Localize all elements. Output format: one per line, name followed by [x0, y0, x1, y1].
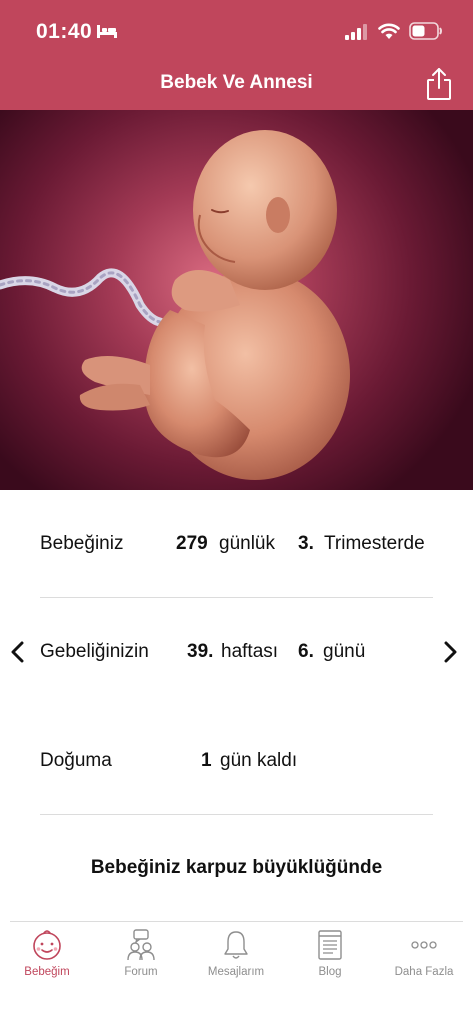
chevron-right-icon[interactable] [442, 641, 458, 663]
baby-size-text: Bebeğiniz karpuz büyüklüğünde [90, 857, 383, 878]
tab-label: Mesajlarım [207, 966, 265, 978]
week-value: 39. [187, 641, 214, 662]
status-bar: 01:40 [0, 0, 473, 62]
page-title: Bebek Ve Annesi [160, 72, 313, 93]
battery-icon [409, 22, 442, 40]
days-to-birth-row: Doğuma 1 gün kaldı [0, 742, 473, 782]
week-unit: haftası [221, 641, 279, 662]
tab-label: Bebeğim [24, 966, 70, 978]
bell-icon [224, 931, 248, 959]
baby-face-icon [33, 930, 61, 960]
remaining-unit: gün kaldı [220, 750, 298, 771]
days-value: 279 [176, 533, 208, 554]
tab-blog[interactable]: Blog [285, 928, 375, 988]
baby-label: Bebeğiniz [40, 533, 124, 554]
bed-icon [97, 25, 117, 38]
trimester-unit: Trimesterde [324, 533, 425, 554]
fetus-image [0, 110, 473, 490]
pregnancy-week-row: Gebeliğinizin 39. haftası 6. günü [0, 633, 473, 673]
day-value: 6. [298, 641, 314, 662]
tab-mesajlarim[interactable]: Mesajlarım [191, 928, 281, 988]
baby-age-row: Bebeğiniz 279 günlük 3. Trimesterde [0, 525, 473, 565]
tab-label: Forum [124, 966, 158, 978]
status-time: 01:40 [36, 20, 93, 43]
forum-people-icon [127, 929, 155, 961]
days-unit: günlük [219, 533, 275, 554]
share-icon[interactable] [424, 66, 454, 104]
navigation-bar: Bebek Ve Annesi [0, 62, 473, 110]
tab-bebegim[interactable]: Bebeğim [2, 928, 92, 988]
day-unit: günü [323, 641, 366, 662]
trimester-value: 3. [298, 533, 314, 554]
tab-label: Daha Fazla [394, 966, 454, 978]
wifi-icon [378, 23, 400, 39]
divider [40, 814, 433, 815]
more-dots-icon [411, 941, 437, 949]
divider [40, 597, 433, 598]
tab-label: Blog [318, 966, 342, 978]
tab-forum[interactable]: Forum [96, 928, 186, 988]
pregnancy-label: Gebeliğinizin [40, 641, 149, 662]
birth-label: Doğuma [40, 750, 112, 771]
remaining-value: 1 [201, 750, 212, 771]
cellular-signal-icon [345, 24, 367, 40]
fetus-illustration [0, 130, 350, 480]
tab-daha-fazla[interactable]: Daha Fazla [379, 928, 469, 988]
tab-bar: Bebeğim Forum Mesajlarım Blog Daha Fazla [10, 921, 463, 1024]
notepad-icon [318, 930, 342, 960]
